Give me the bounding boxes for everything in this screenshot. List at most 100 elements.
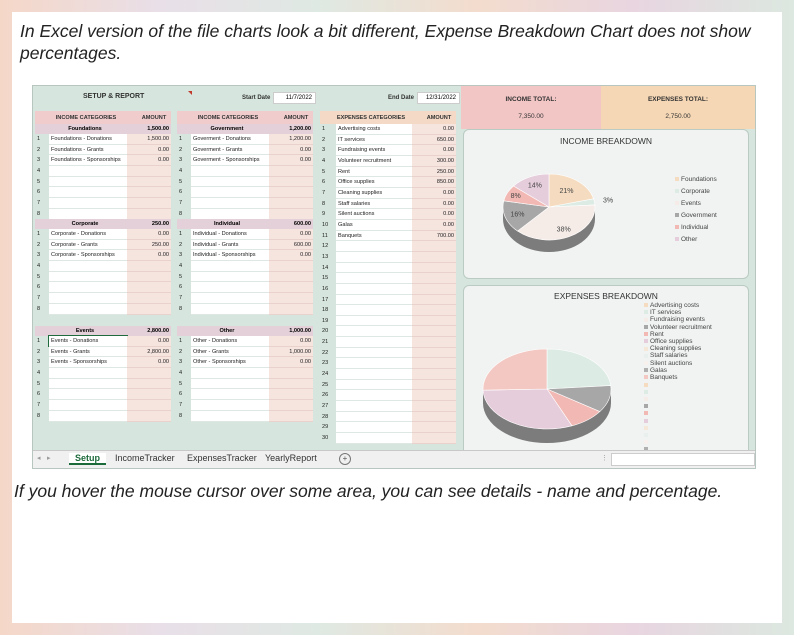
expense-category-cell[interactable]: [336, 337, 412, 348]
expense-amount-cell[interactable]: [412, 315, 456, 327]
amount-cell[interactable]: [269, 271, 313, 283]
pie-slice-banquets[interactable]: [482, 348, 548, 391]
category-cell[interactable]: [49, 378, 127, 390]
category-cell[interactable]: [191, 187, 269, 199]
tab-setup[interactable]: Setup: [69, 453, 107, 465]
expense-amount-cell[interactable]: 650.00: [412, 134, 456, 146]
expense-amount-cell[interactable]: [412, 294, 456, 306]
amount-cell[interactable]: [269, 368, 313, 379]
category-cell[interactable]: Corporate - Sponsorships: [49, 250, 127, 262]
amount-cell[interactable]: 0.00: [127, 336, 171, 347]
category-cell[interactable]: [49, 303, 127, 315]
expense-category-cell[interactable]: Staff salaries: [336, 198, 412, 210]
amount-cell[interactable]: 0.00: [269, 336, 313, 347]
category-cell[interactable]: Events - Grants: [49, 346, 127, 358]
category-cell[interactable]: Corporate - Grants: [49, 239, 127, 251]
amount-cell[interactable]: 1,500.00: [127, 134, 171, 145]
category-cell[interactable]: Foundations - Donations: [49, 134, 127, 145]
amount-cell[interactable]: [269, 400, 313, 411]
expense-category-cell[interactable]: [336, 401, 412, 412]
expense-category-cell[interactable]: [336, 411, 412, 423]
expense-amount-cell[interactable]: 300.00: [412, 155, 456, 167]
expense-category-cell[interactable]: [336, 347, 412, 359]
end-date-cell[interactable]: 12/31/2022: [417, 92, 460, 104]
expense-amount-cell[interactable]: [412, 337, 456, 348]
category-cell[interactable]: Individual - Grants: [191, 239, 269, 251]
amount-cell[interactable]: 1,200.00: [269, 134, 313, 145]
expense-amount-cell[interactable]: [412, 433, 456, 444]
amount-cell[interactable]: [127, 303, 171, 315]
expense-amount-cell[interactable]: [412, 422, 456, 434]
amount-cell[interactable]: [269, 166, 313, 177]
expense-category-cell[interactable]: [336, 241, 412, 252]
expense-amount-cell[interactable]: 700.00: [412, 230, 456, 242]
category-cell[interactable]: [49, 166, 127, 177]
amount-cell[interactable]: [127, 261, 171, 272]
amount-cell[interactable]: [269, 198, 313, 209]
expense-category-cell[interactable]: [336, 369, 412, 380]
expense-category-cell[interactable]: [336, 305, 412, 316]
amount-cell[interactable]: [127, 271, 171, 283]
expense-amount-cell[interactable]: 0.00: [412, 145, 456, 156]
expense-amount-cell[interactable]: 0.00: [412, 219, 456, 231]
category-cell[interactable]: [191, 410, 269, 422]
category-cell[interactable]: Individual - Donations: [191, 229, 269, 240]
category-cell[interactable]: [49, 187, 127, 199]
category-cell[interactable]: [49, 400, 127, 411]
category-cell[interactable]: [191, 378, 269, 390]
amount-cell[interactable]: [269, 378, 313, 390]
amount-cell[interactable]: 0.00: [269, 229, 313, 240]
expense-category-cell[interactable]: [336, 315, 412, 327]
amount-cell[interactable]: [127, 400, 171, 411]
expense-amount-cell[interactable]: [412, 347, 456, 359]
amount-cell[interactable]: 0.00: [127, 155, 171, 167]
expense-amount-cell[interactable]: [412, 251, 456, 263]
category-cell[interactable]: Goverment - Grants: [191, 144, 269, 156]
category-cell[interactable]: [191, 261, 269, 272]
expense-amount-cell[interactable]: 0.00: [412, 198, 456, 210]
expense-amount-cell[interactable]: [412, 379, 456, 391]
more-options-icon[interactable]: ⋮: [601, 454, 608, 462]
category-cell[interactable]: [49, 410, 127, 422]
expense-amount-cell[interactable]: 850.00: [412, 177, 456, 188]
category-cell[interactable]: [49, 176, 127, 188]
amount-cell[interactable]: [269, 389, 313, 401]
category-cell[interactable]: [49, 261, 127, 272]
expense-category-cell[interactable]: Office supplies: [336, 177, 412, 188]
amount-cell[interactable]: 250.00: [127, 239, 171, 251]
expense-amount-cell[interactable]: [412, 283, 456, 295]
expense-amount-cell[interactable]: [412, 262, 456, 274]
pie-slice-it-services[interactable]: [546, 348, 612, 390]
category-cell[interactable]: [191, 282, 269, 294]
amount-cell[interactable]: [269, 293, 313, 304]
expense-category-cell[interactable]: [336, 358, 412, 370]
amount-cell[interactable]: 600.00: [269, 239, 313, 251]
expense-category-cell[interactable]: Fundraising events: [336, 145, 412, 156]
expense-amount-cell[interactable]: [412, 326, 456, 338]
amount-cell[interactable]: [127, 198, 171, 209]
expense-category-cell[interactable]: Volunteer recruitment: [336, 155, 412, 167]
amount-cell[interactable]: [269, 187, 313, 199]
category-cell[interactable]: Foundations - Sponsorships: [49, 155, 127, 167]
category-cell[interactable]: [191, 368, 269, 379]
add-sheet-icon[interactable]: +: [339, 453, 351, 465]
amount-cell[interactable]: [127, 187, 171, 199]
amount-cell[interactable]: [269, 261, 313, 272]
expense-amount-cell[interactable]: 250.00: [412, 166, 456, 178]
expense-category-cell[interactable]: [336, 251, 412, 263]
category-cell[interactable]: Goverment - Sponsorships: [191, 155, 269, 167]
amount-cell[interactable]: [269, 303, 313, 315]
category-cell[interactable]: Foundations - Grants: [49, 144, 127, 156]
amount-cell[interactable]: [127, 410, 171, 422]
category-cell[interactable]: Other - Grants: [191, 346, 269, 358]
amount-cell[interactable]: 0.00: [269, 155, 313, 167]
expense-category-cell[interactable]: [336, 379, 412, 391]
start-date-cell[interactable]: 11/7/2022: [273, 92, 316, 104]
amount-cell[interactable]: 0.00: [127, 357, 171, 369]
expense-amount-cell[interactable]: [412, 401, 456, 412]
expense-category-cell[interactable]: [336, 262, 412, 274]
amount-cell[interactable]: [127, 293, 171, 304]
category-cell[interactable]: [191, 303, 269, 315]
expense-amount-cell[interactable]: [412, 369, 456, 380]
category-cell[interactable]: [49, 198, 127, 209]
